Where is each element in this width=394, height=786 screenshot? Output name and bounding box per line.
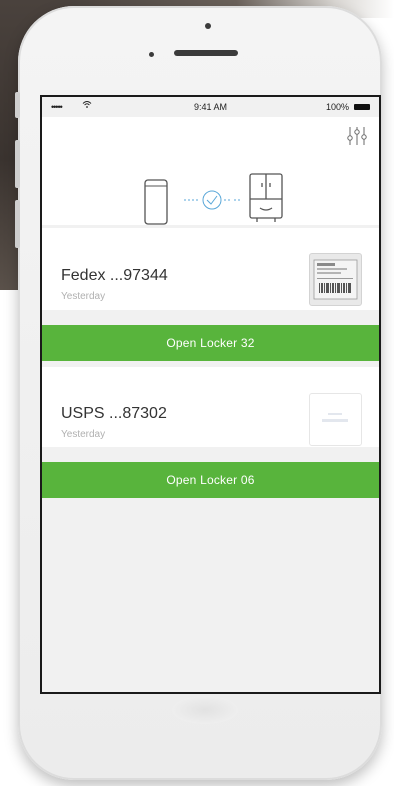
package-date: Yesterday [61,291,106,302]
home-button [172,696,238,724]
battery-percent: 100% [325,102,349,112]
shipping-label-thumbnail [309,253,362,306]
check-circle-icon [182,187,242,213]
proximity-sensor [149,52,154,57]
battery-icon [354,104,370,110]
status-bar: ••••• 9:41 AM 100% [42,97,379,117]
locker-icon [248,173,284,223]
mute-switch [15,92,20,118]
header-area [42,117,379,225]
app-screen: ••••• 9:41 AM 100% Fedex ...97344 Yester… [42,97,379,692]
package-card[interactable]: Fedex ...97344 Yesterday [42,228,379,310]
smartphone-icon [144,179,168,225]
open-locker-button[interactable]: Open Locker 06 [42,462,379,498]
package-carrier-tracking: USPS ...87302 [61,405,167,422]
volume-up-button [15,140,20,188]
volume-down-button [15,200,20,248]
package-date: Yesterday [61,429,106,440]
open-locker-button[interactable]: Open Locker 32 [42,325,379,361]
sliders-icon[interactable] [345,126,369,146]
earpiece-speaker [174,50,238,56]
package-card[interactable]: USPS ...87302 Yesterday [42,367,379,447]
package-label-thumbnail [309,393,362,446]
front-camera [205,23,211,29]
package-carrier-tracking: Fedex ...97344 [61,267,168,284]
